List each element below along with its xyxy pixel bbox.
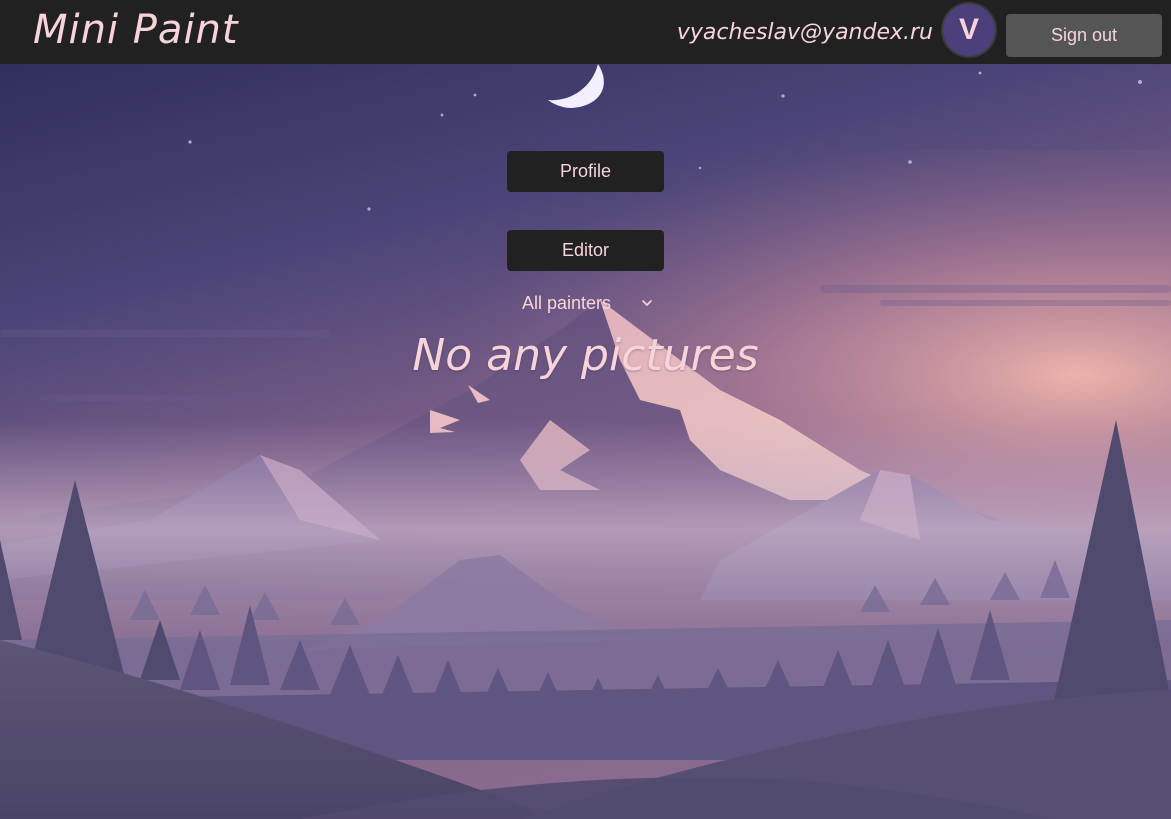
background-illustration xyxy=(0,0,1171,819)
user-avatar[interactable]: V xyxy=(943,4,995,56)
user-email: vyacheslav@yandex.ru xyxy=(676,20,933,45)
painter-filter-select[interactable]: All painters xyxy=(507,289,664,317)
profile-button[interactable]: Profile xyxy=(507,151,664,192)
chevron-down-icon xyxy=(642,300,652,306)
painter-filter-value: All painters xyxy=(522,293,612,313)
sign-out-button[interactable]: Sign out xyxy=(1006,14,1162,57)
empty-gallery-message: No any pictures xyxy=(412,330,759,381)
app-title[interactable]: Mini Paint xyxy=(33,3,239,57)
editor-button[interactable]: Editor xyxy=(507,230,664,271)
top-bar: Mini Paint vyacheslav@yandex.ru V Sign o… xyxy=(0,0,1171,64)
